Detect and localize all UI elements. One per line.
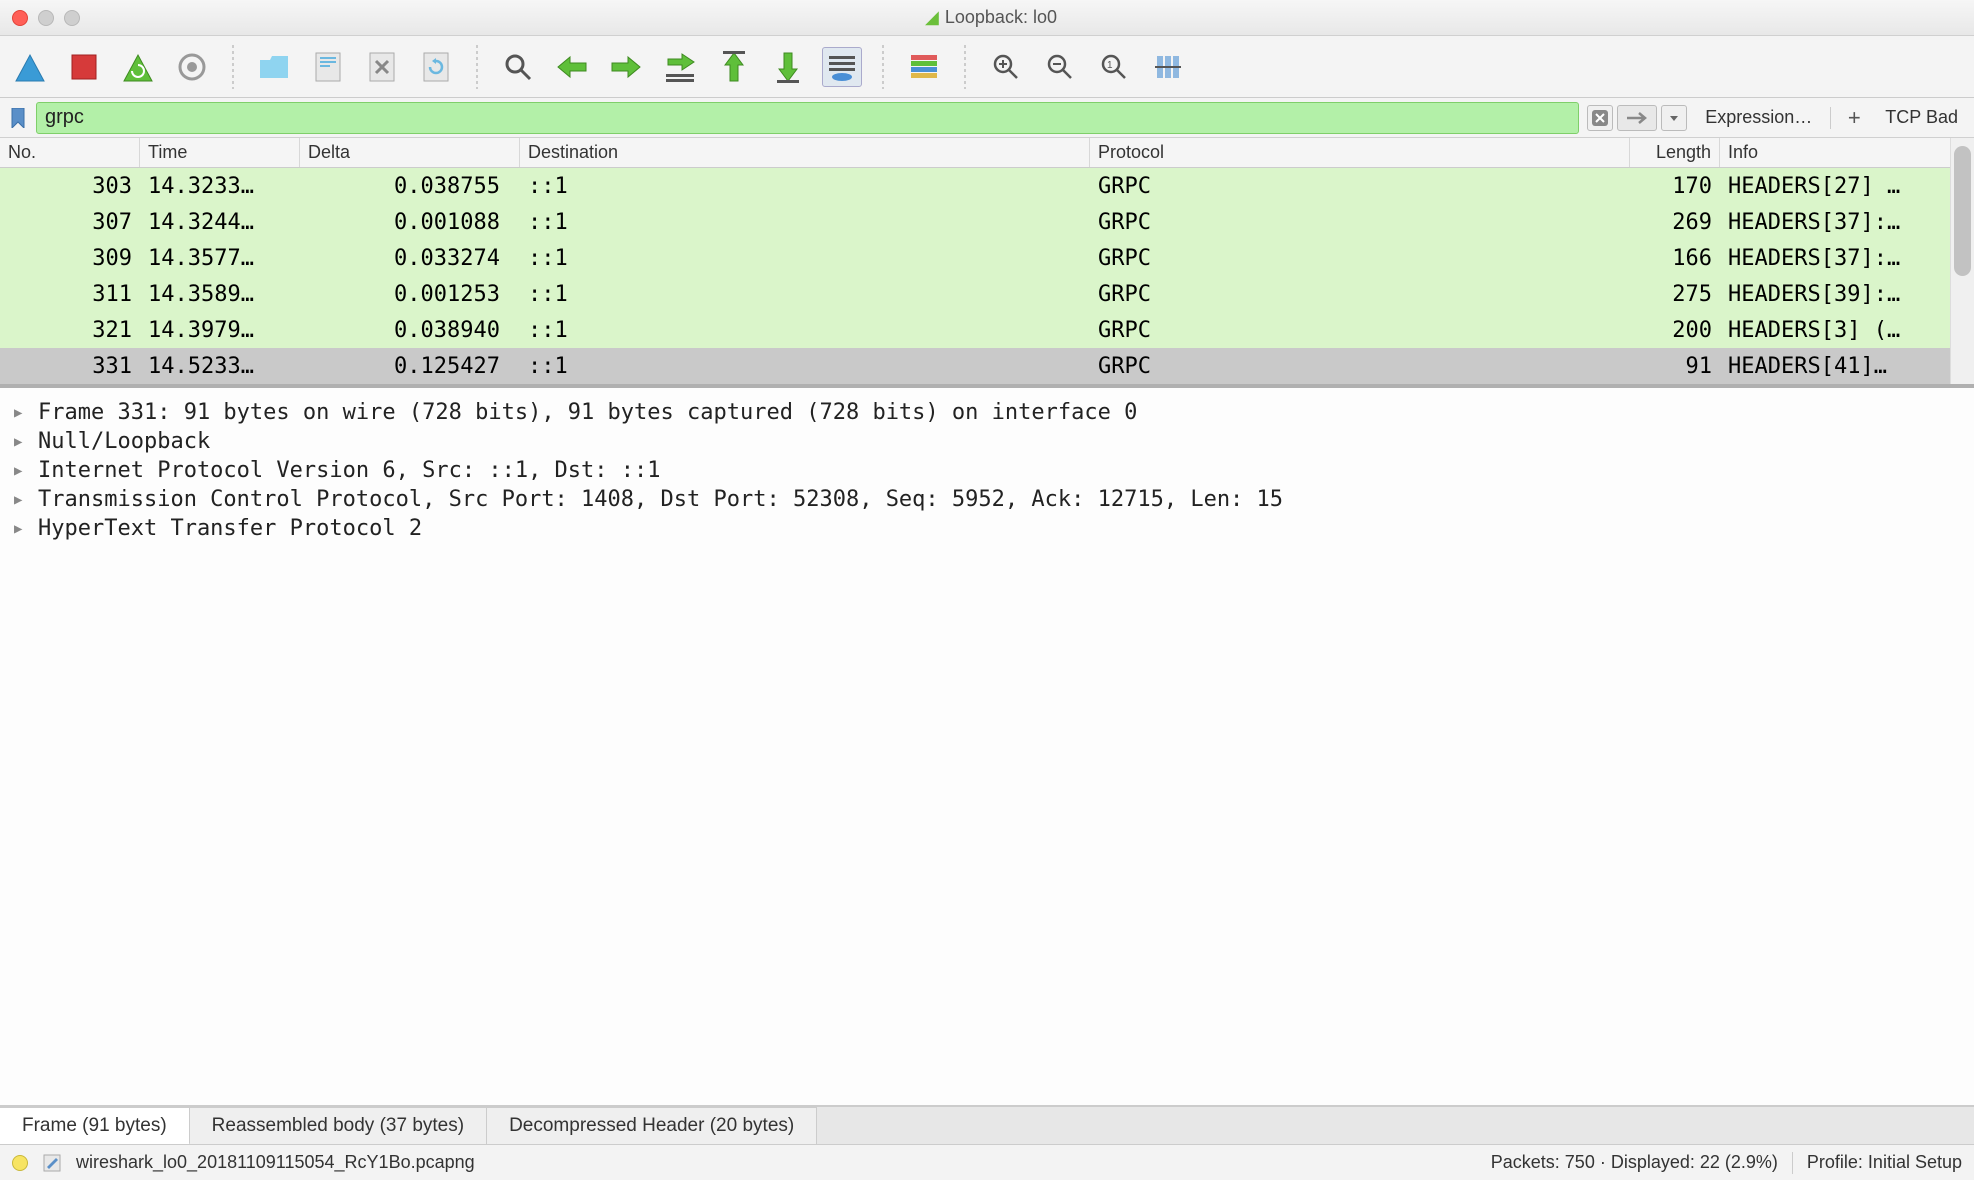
- status-filename: wireshark_lo0_20181109115054_RcY1Bo.pcap…: [76, 1152, 475, 1173]
- apply-filter-button[interactable]: [1617, 105, 1657, 131]
- detail-tree-item[interactable]: ▶HyperText Transfer Protocol 2: [14, 514, 1960, 543]
- resize-columns-button[interactable]: [1148, 47, 1188, 87]
- disclosure-triangle-icon[interactable]: ▶: [14, 463, 28, 479]
- expression-button[interactable]: Expression…: [1695, 103, 1822, 132]
- go-to-first-button[interactable]: [714, 47, 754, 87]
- packet-row[interactable]: 30714.3244…0.001088::1GRPC269HEADERS[37]…: [0, 204, 1974, 240]
- detail-tree-item[interactable]: ▶Internet Protocol Version 6, Src: ::1, …: [14, 456, 1960, 485]
- toolbar-separator: [882, 45, 884, 89]
- status-bar: wireshark_lo0_20181109115054_RcY1Bo.pcap…: [0, 1144, 1974, 1180]
- go-to-last-button[interactable]: [768, 47, 808, 87]
- bytes-tab[interactable]: Decompressed Header (20 bytes): [487, 1107, 817, 1144]
- zoom-in-button[interactable]: [986, 47, 1026, 87]
- zoom-out-button[interactable]: [1040, 47, 1080, 87]
- detail-tree-item[interactable]: ▶Null/Loopback: [14, 427, 1960, 456]
- packet-row[interactable]: 33114.5233…0.125427::1GRPC91HEADERS[41]…: [0, 348, 1974, 384]
- column-header-length[interactable]: Length: [1630, 138, 1720, 167]
- window-controls: [12, 10, 80, 26]
- minimize-window-button[interactable]: [38, 10, 54, 26]
- column-header-destination[interactable]: Destination: [520, 138, 1090, 167]
- window-title-text: Loopback: lo0: [945, 7, 1057, 28]
- svg-text:1: 1: [1107, 60, 1113, 71]
- add-filter-button[interactable]: +: [1839, 103, 1869, 133]
- display-filter-bar: Expression… + TCP Bad: [0, 98, 1974, 138]
- column-header-delta[interactable]: Delta: [300, 138, 520, 167]
- expert-info-indicator[interactable]: [12, 1155, 28, 1171]
- start-capture-button[interactable]: [10, 47, 50, 87]
- zoom-window-button[interactable]: [64, 10, 80, 26]
- packet-row[interactable]: 30914.3577…0.033274::1GRPC166HEADERS[37]…: [0, 240, 1974, 276]
- disclosure-triangle-icon[interactable]: ▶: [14, 434, 28, 450]
- toolbar-separator: [476, 45, 478, 89]
- column-header-info[interactable]: Info: [1720, 138, 1974, 167]
- toolbar-separator: [964, 45, 966, 89]
- display-filter-input[interactable]: [36, 102, 1579, 134]
- go-back-button[interactable]: [552, 47, 592, 87]
- disclosure-triangle-icon[interactable]: ▶: [14, 521, 28, 537]
- packet-rows: 30314.3233…0.038755::1GRPC170HEADERS[27]…: [0, 168, 1974, 384]
- find-packet-button[interactable]: [498, 47, 538, 87]
- detail-tree-item[interactable]: ▶Transmission Control Protocol, Src Port…: [14, 485, 1960, 514]
- packet-list-scrollbar[interactable]: [1950, 138, 1974, 384]
- sharkfin-icon: ◢: [925, 7, 939, 28]
- go-forward-button[interactable]: [606, 47, 646, 87]
- open-file-button[interactable]: [254, 47, 294, 87]
- bytes-tab[interactable]: Reassembled body (37 bytes): [190, 1107, 487, 1144]
- filter-history-dropdown[interactable]: [1661, 105, 1687, 131]
- auto-scroll-button[interactable]: [822, 47, 862, 87]
- reload-file-button[interactable]: [416, 47, 456, 87]
- packet-row[interactable]: 30314.3233…0.038755::1GRPC170HEADERS[27]…: [0, 168, 1974, 204]
- bytes-pane-tabs: Frame (91 bytes)Reassembled body (37 byt…: [0, 1106, 1974, 1144]
- column-header-protocol[interactable]: Protocol: [1090, 138, 1630, 167]
- go-to-packet-button[interactable]: [660, 47, 700, 87]
- disclosure-triangle-icon[interactable]: ▶: [14, 492, 28, 508]
- packet-row[interactable]: 31114.3589…0.001253::1GRPC275HEADERS[39]…: [0, 276, 1974, 312]
- bookmark-icon[interactable]: [8, 108, 28, 128]
- zoom-reset-button[interactable]: 1: [1094, 47, 1134, 87]
- packet-row[interactable]: 32114.3979…0.038940::1GRPC200HEADERS[3] …: [0, 312, 1974, 348]
- edit-capture-comment-icon[interactable]: [42, 1153, 62, 1173]
- tcp-bad-filter-button[interactable]: TCP Bad: [1877, 107, 1966, 128]
- colorize-button[interactable]: [904, 47, 944, 87]
- restart-capture-button[interactable]: [118, 47, 158, 87]
- packet-details-pane[interactable]: ▶Frame 331: 91 bytes on wire (728 bits),…: [0, 386, 1974, 1106]
- main-toolbar: 1: [0, 36, 1974, 98]
- disclosure-triangle-icon[interactable]: ▶: [14, 405, 28, 421]
- close-file-button[interactable]: [362, 47, 402, 87]
- window-title: ◢ Loopback: lo0: [90, 7, 1892, 28]
- toolbar-separator: [232, 45, 234, 89]
- packet-list-pane: No. Time Delta Destination Protocol Leng…: [0, 138, 1974, 386]
- column-header-time[interactable]: Time: [140, 138, 300, 167]
- packet-list-header: No. Time Delta Destination Protocol Leng…: [0, 138, 1974, 168]
- save-file-button[interactable]: [308, 47, 348, 87]
- titlebar: ◢ Loopback: lo0: [0, 0, 1974, 36]
- capture-options-button[interactable]: [172, 47, 212, 87]
- stop-capture-button[interactable]: [64, 47, 104, 87]
- column-header-no[interactable]: No.: [0, 138, 140, 167]
- bytes-tab[interactable]: Frame (91 bytes): [0, 1107, 190, 1145]
- clear-filter-button[interactable]: [1587, 105, 1613, 131]
- detail-tree-item[interactable]: ▶Frame 331: 91 bytes on wire (728 bits),…: [14, 398, 1960, 427]
- close-window-button[interactable]: [12, 10, 28, 26]
- status-packet-count: Packets: 750 · Displayed: 22 (2.9%): [1491, 1152, 1778, 1173]
- status-profile[interactable]: Profile: Initial Setup: [1807, 1152, 1962, 1173]
